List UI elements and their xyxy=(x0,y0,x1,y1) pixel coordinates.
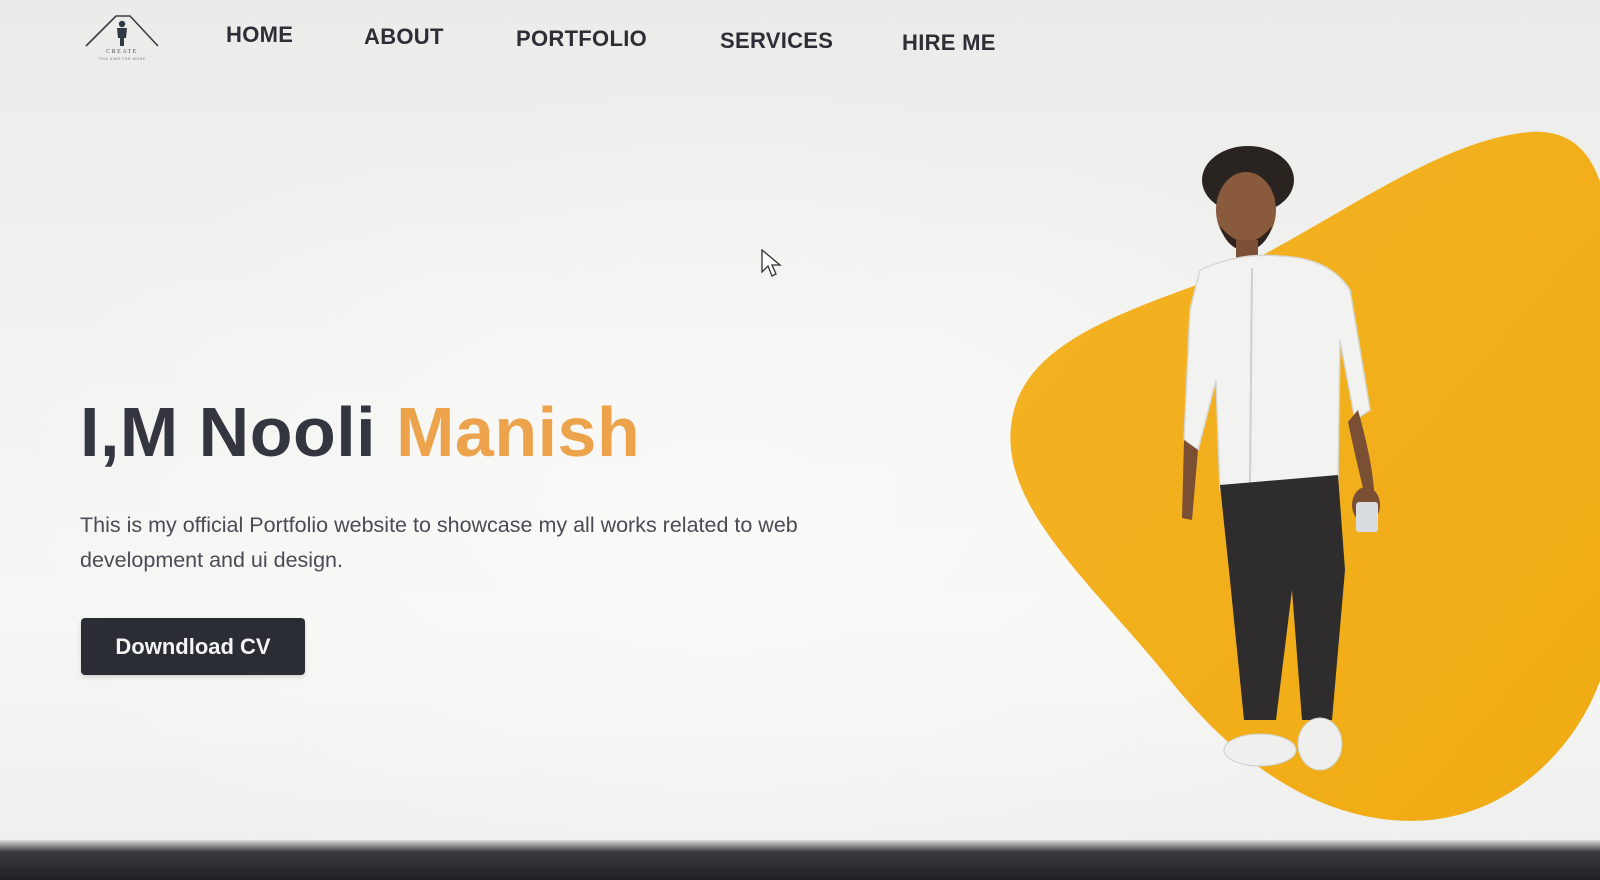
hero-title-accent: Manish xyxy=(396,393,641,471)
main-nav: HOME ABOUT PORTFOLIO SERVICES HIRE ME xyxy=(0,22,1100,62)
monitor-bezel xyxy=(0,840,1600,880)
nav-portfolio[interactable]: PORTFOLIO xyxy=(516,26,647,52)
hero-title: I,M Nooli Manish xyxy=(80,392,640,472)
portfolio-page: CREATE THIS AIMS FOR WORK HOME ABOUT POR… xyxy=(0,0,1600,840)
hero-description: This is my official Portfolio website to… xyxy=(80,513,798,572)
mouse-pointer-icon xyxy=(761,248,782,277)
nav-about[interactable]: ABOUT xyxy=(364,24,444,50)
nav-services[interactable]: SERVICES xyxy=(720,28,833,54)
profile-photo xyxy=(1182,146,1380,771)
hero-title-prefix: I,M Nooli xyxy=(80,393,377,471)
download-cv-button[interactable]: Downdload CV xyxy=(81,618,305,675)
nav-home[interactable]: HOME xyxy=(226,22,293,48)
nav-hire-me[interactable]: HIRE ME xyxy=(902,30,996,56)
